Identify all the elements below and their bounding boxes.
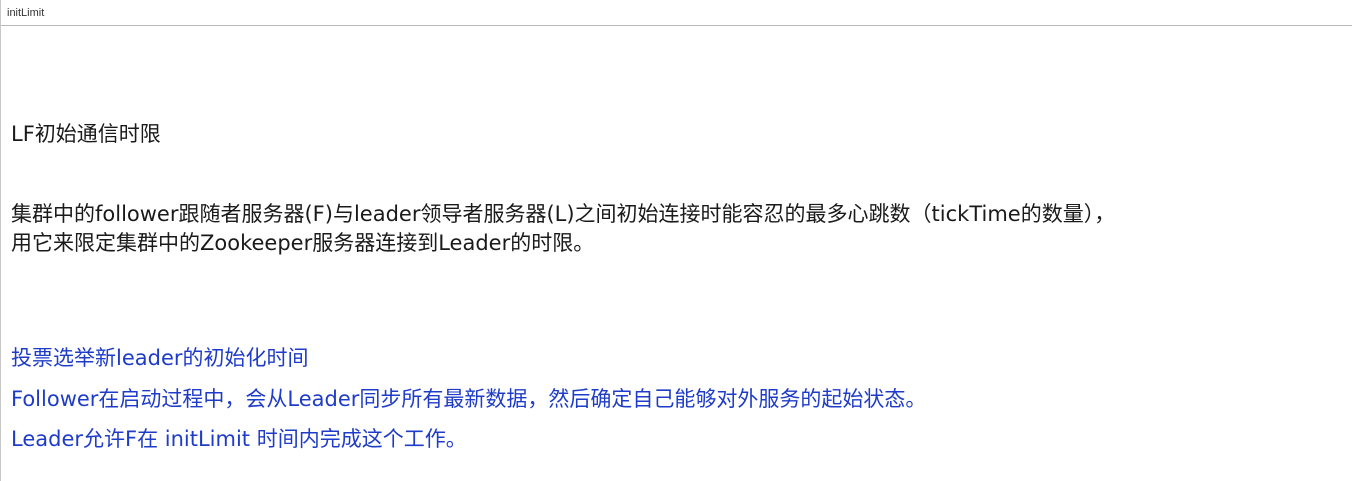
document-window: initLimit LF初始通信时限 集群中的follower跟随者服务器(F)…: [0, 0, 1352, 481]
description-line-1: 集群中的follower跟随者服务器(F)与leader领导者服务器(L)之间初…: [11, 202, 1116, 226]
note-line-2: Follower在启动过程中，会从Leader同步所有最新数据，然后确定自己能够…: [11, 387, 927, 411]
description-line-2: 用它来限定集群中的Zookeeper服务器连接到Leader的时限。: [11, 231, 595, 255]
section-heading: LF初始通信时限: [11, 122, 161, 146]
note-line-3: Leader允许F在 initLimit 时间内完成这个工作。: [11, 427, 467, 451]
window-title: initLimit: [1, 0, 1352, 26]
note-line-1: 投票选举新leader的初始化时间: [11, 346, 309, 370]
